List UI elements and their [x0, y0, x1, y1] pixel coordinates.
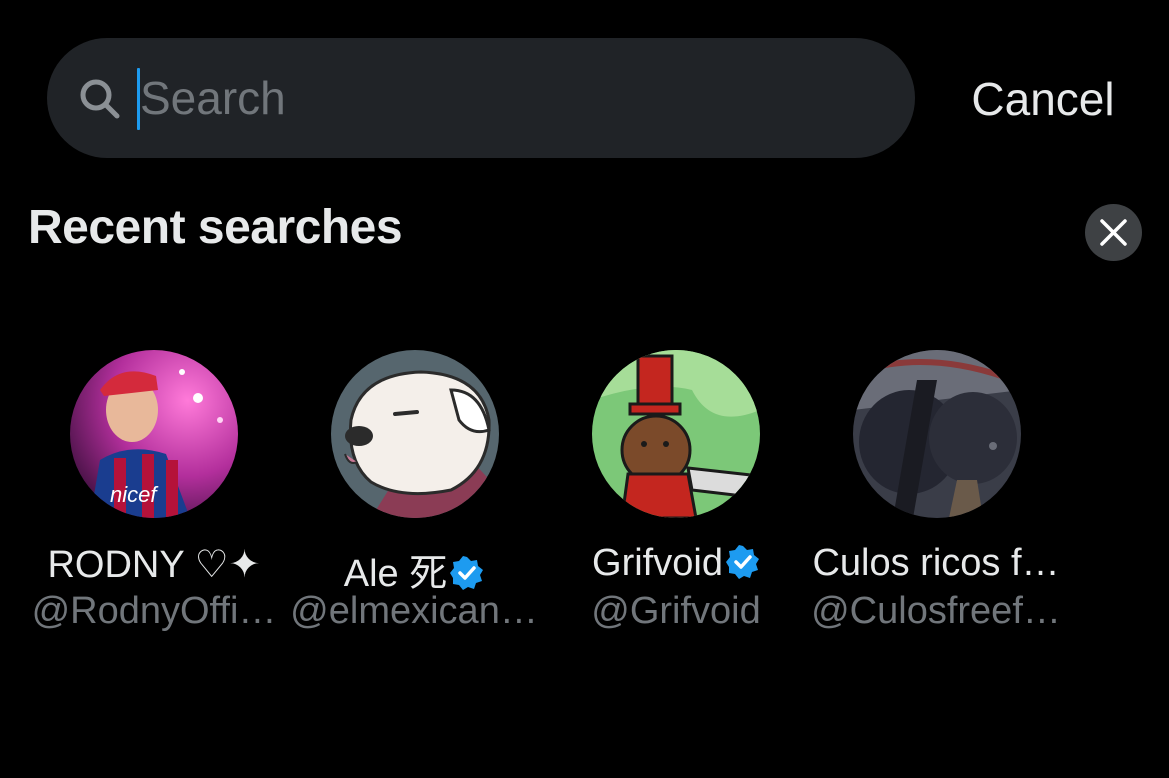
search-input[interactable]: [140, 62, 880, 134]
display-name: RODNY ♡✦: [47, 544, 261, 586]
user-handle: @elmexican…: [290, 590, 538, 632]
recent-user-item[interactable]: Ale 死 @elmexican…: [284, 340, 544, 640]
user-name: RODNY ♡✦: [24, 542, 284, 590]
close-icon: [1100, 219, 1127, 246]
search-header: Cancel: [0, 0, 1169, 170]
user-handle: @Grifvoid: [591, 590, 761, 632]
recent-user-item[interactable]: Grifvoid @Grifvoid: [546, 340, 806, 640]
avatar: [331, 350, 499, 518]
avatar: nicef: [70, 350, 238, 518]
search-icon: [78, 77, 122, 121]
verified-badge-icon: [450, 556, 484, 590]
clear-recent-button[interactable]: [1085, 204, 1142, 261]
user-name: Ale 死: [284, 542, 544, 595]
user-name: Grifvoid: [546, 542, 806, 590]
user-handle: @Culosfreef…: [811, 590, 1061, 632]
verified-badge-icon: [725, 545, 760, 579]
recent-searches-title: Recent searches: [28, 201, 403, 254]
avatar: [853, 350, 1021, 518]
recent-user-item[interactable]: nicef RODNY ♡✦ @RodnyOffi…: [24, 340, 284, 640]
user-handle: @RodnyOffi…: [31, 590, 277, 632]
svg-text:nicef: nicef: [110, 482, 159, 507]
recent-searches-list: nicef RODNY ♡✦ @RodnyOffi… Ale 死 @elmexi…: [0, 340, 1169, 660]
user-name: Culos ricos f…: [806, 542, 1066, 590]
avatar: [592, 350, 760, 518]
cancel-button[interactable]: Cancel: [948, 66, 1138, 132]
display-name: Culos ricos f…: [812, 542, 1060, 584]
recent-user-item[interactable]: Culos ricos f… @Culosfreef…: [806, 340, 1066, 640]
display-name: Ale 死: [343, 553, 448, 595]
display-name: Grifvoid: [592, 542, 723, 584]
